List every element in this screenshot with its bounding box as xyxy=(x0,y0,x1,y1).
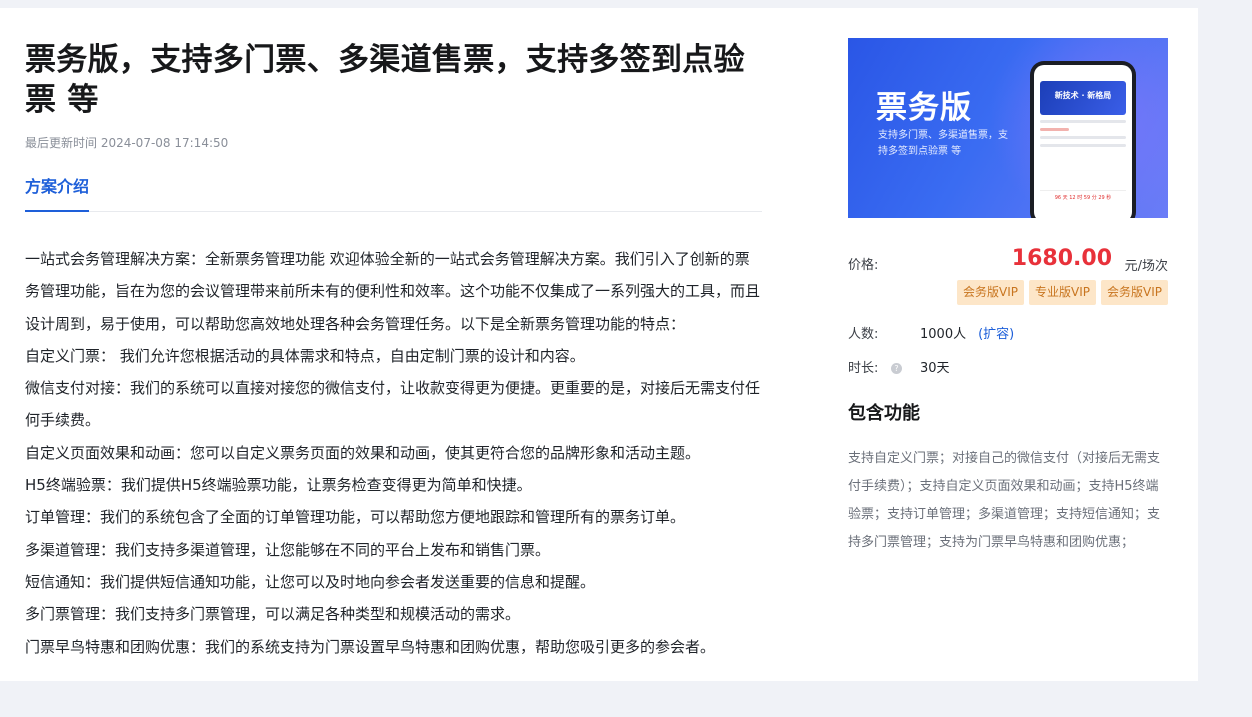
sidebar: 票务版 支持多门票、多渠道售票，支持多签到点验票 等 新技术 · 新格局 96 … xyxy=(848,8,1168,557)
phone-text-line xyxy=(1040,120,1126,123)
features-title: 包含功能 xyxy=(848,403,920,424)
tab-active-indicator xyxy=(25,210,89,212)
phone-text-line xyxy=(1040,144,1126,147)
tab-bar: 方案介绍 xyxy=(25,169,762,212)
desc-paragraph: 一站式会务管理解决方案：全新票务管理功能 欢迎体验全新的一站式会务管理解决方案。… xyxy=(25,250,761,333)
price-label: 价格: xyxy=(848,258,879,273)
people-value: 1000人 xyxy=(920,327,967,342)
desc-paragraph: 微信支付对接：我们的系统可以直接对接您的微信支付，让收款变得更为便捷。更重要的是… xyxy=(25,379,761,430)
desc-paragraph: 多渠道管理：我们支持多渠道管理，让您能够在不同的平台上发布和销售门票。 xyxy=(25,540,551,559)
price-value: 1680.00 xyxy=(1011,246,1112,271)
price-row: 价格: 1680.00 元/场次 xyxy=(848,246,1168,276)
phone-text-line xyxy=(1040,136,1126,139)
desc-paragraph: 短信通知：我们提供短信通知功能，让您可以及时地向参会者发送重要的信息和提醒。 xyxy=(25,572,596,591)
phone-mockup: 新技术 · 新格局 96 天 12 时 59 分 29 秒 xyxy=(1030,61,1136,218)
features-list: 支持自定义门票；对接自己的微信支付（对接后无需支付手续费）；支持自定义页面效果和… xyxy=(848,451,1161,550)
duration-row: 时长: ? 30天 xyxy=(848,359,1168,393)
solution-description: 一站式会务管理解决方案：全新票务管理功能 欢迎体验全新的一站式会务管理解决方案。… xyxy=(25,243,762,663)
vip-tag[interactable]: 专业版VIP xyxy=(1029,280,1096,305)
last-updated: 最后更新时间 2024-07-08 17:14:50 xyxy=(25,136,229,150)
product-banner: 票务版 支持多门票、多渠道售票，支持多签到点验票 等 新技术 · 新格局 96 … xyxy=(848,38,1168,218)
desc-paragraph: 门票早鸟特惠和团购优惠：我们的系统支持为门票设置早鸟特惠和团购优惠，帮助您吸引更… xyxy=(25,637,716,656)
phone-countdown: 96 天 12 时 59 分 29 秒 xyxy=(1040,190,1126,204)
vip-tag[interactable]: 会务版VIP xyxy=(957,280,1024,305)
phone-price-line xyxy=(1040,128,1070,131)
people-row: 人数: 1000人 (扩容) xyxy=(848,325,1168,359)
phone-hero-image: 新技术 · 新格局 xyxy=(1040,81,1126,115)
duration-label: 时长: xyxy=(848,361,879,376)
desc-paragraph: 自定义页面效果和动画：您可以自定义票务页面的效果和动画，使其更符合您的品牌形象和… xyxy=(25,443,701,462)
people-value-wrap: 1000人 (扩容) xyxy=(920,325,1014,345)
duration-value: 30天 xyxy=(920,361,950,376)
desc-paragraph: 订单管理：我们的系统包含了全面的订单管理功能，可以帮助您方便地跟踪和管理所有的票… xyxy=(25,508,686,527)
page-title: 票务版，支持多门票、多渠道售票，支持多签到点验票 等 xyxy=(25,42,745,118)
banner-title: 票务版 xyxy=(876,90,972,126)
desc-paragraph: H5终端验票：我们提供H5终端验票功能，让票务检查变得更为简单和快捷。 xyxy=(25,476,532,495)
main-content: 票务版，支持多门票、多渠道售票，支持多签到点验票 等 最后更新时间 2024-0… xyxy=(25,8,762,663)
phone-status-bar xyxy=(1034,65,1132,79)
desc-paragraph: 多门票管理：我们支持多门票管理，可以满足各种类型和规模活动的需求。 xyxy=(25,605,521,624)
desc-paragraph: 自定义门票： 我们允许您根据活动的具体需求和特点，自由定制门票的设计和内容。 xyxy=(25,346,585,365)
help-icon[interactable]: ? xyxy=(891,363,902,374)
vip-tags: 会务版VIP 专业版VIP 会务版VIP xyxy=(848,280,1168,305)
tab-solution-intro[interactable]: 方案介绍 xyxy=(25,176,89,198)
banner-subtitle: 支持多门票、多渠道售票，支持多签到点验票 等 xyxy=(878,130,1008,157)
product-card: 票务版，支持多门票、多渠道售票，支持多签到点验票 等 最后更新时间 2024-0… xyxy=(0,8,1198,681)
phone-screen: 新技术 · 新格局 96 天 12 时 59 分 29 秒 xyxy=(1034,65,1132,218)
vip-tag[interactable]: 会务版VIP xyxy=(1101,280,1168,305)
price-unit: 元/场次 xyxy=(1124,259,1168,274)
people-label: 人数: xyxy=(848,327,879,342)
expand-capacity-link[interactable]: (扩容) xyxy=(978,327,1014,342)
